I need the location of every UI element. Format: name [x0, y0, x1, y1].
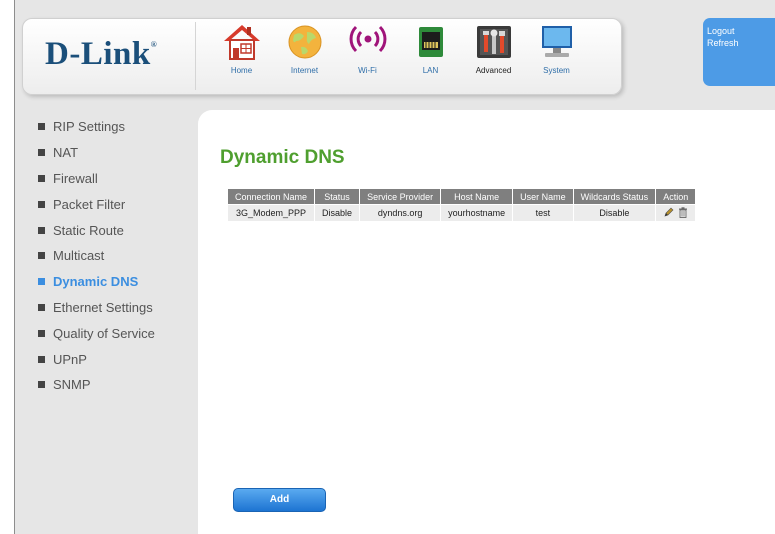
add-button[interactable]: Add	[233, 488, 326, 512]
sidebar: RIP Settings NAT Firewall Packet Filter …	[38, 114, 155, 398]
sidebar-item-dynamic-dns[interactable]: Dynamic DNS	[38, 269, 155, 295]
dlink-logo: D-Link®	[45, 36, 158, 72]
bullet-icon	[38, 303, 45, 311]
col-wildcards-status: Wildcards Status	[573, 189, 656, 204]
sidebar-item-nat[interactable]: NAT	[38, 140, 155, 166]
col-user-name: User Name	[513, 189, 573, 204]
cell-user-name: test	[513, 205, 573, 221]
cell-service-provider: dyndns.org	[360, 205, 441, 221]
sidebar-item-quality-of-service[interactable]: Quality of Service	[38, 320, 155, 346]
wifi-icon	[346, 22, 390, 62]
col-service-provider: Service Provider	[360, 189, 441, 204]
cell-wildcards-status: Disable	[573, 205, 656, 221]
refresh-link[interactable]: Refresh	[707, 37, 775, 49]
sidebar-item-firewall[interactable]: Firewall	[38, 166, 155, 192]
col-status: Status	[315, 189, 360, 204]
cell-action	[656, 205, 696, 221]
sidebar-item-snmp[interactable]: SNMP	[38, 372, 155, 398]
sidebar-item-rip-settings[interactable]: RIP Settings	[38, 114, 155, 140]
bullet-icon	[38, 381, 45, 389]
home-icon	[220, 22, 264, 62]
col-host-name: Host Name	[441, 189, 513, 204]
monitor-icon	[535, 22, 579, 62]
bullet-icon	[38, 252, 45, 260]
nav-advanced[interactable]: Advanced	[462, 22, 525, 92]
col-action: Action	[656, 189, 696, 204]
nav-system[interactable]: System	[525, 22, 588, 92]
nav-wifi[interactable]: Wi-Fi	[336, 22, 399, 92]
edit-pencil-icon[interactable]	[664, 207, 674, 217]
table-header-row: Connection Name Status Service Provider …	[228, 189, 696, 204]
bullet-icon	[38, 200, 45, 208]
lan-port-icon	[409, 22, 453, 62]
page-title: Dynamic DNS	[220, 147, 345, 168]
bullet-icon	[38, 174, 45, 182]
bullet-icon	[38, 149, 45, 157]
bullet-icon	[38, 278, 45, 286]
sidebar-item-packet-filter[interactable]: Packet Filter	[38, 191, 155, 217]
bullet-icon	[38, 123, 45, 131]
ddns-table: Connection Name Status Service Provider …	[227, 188, 696, 222]
nav-internet[interactable]: Internet	[273, 22, 336, 92]
top-nav: Home Internet Wi-Fi LAN Advanced System	[210, 22, 588, 92]
logout-link[interactable]: Logout	[707, 25, 775, 37]
sidebar-item-ethernet-settings[interactable]: Ethernet Settings	[38, 295, 155, 321]
nav-lan[interactable]: LAN	[399, 22, 462, 92]
sidebar-item-upnp[interactable]: UPnP	[38, 346, 155, 372]
sidebar-item-static-route[interactable]: Static Route	[38, 217, 155, 243]
bullet-icon	[38, 355, 45, 363]
bullet-icon	[38, 329, 45, 337]
delete-trash-icon[interactable]	[678, 207, 688, 218]
nav-home[interactable]: Home	[210, 22, 273, 92]
content-panel	[198, 110, 775, 534]
header-divider	[195, 22, 196, 90]
cell-status: Disable	[315, 205, 360, 221]
cell-connection-name: 3G_Modem_PPP	[228, 205, 315, 221]
table-row: 3G_Modem_PPP Disable dyndns.org yourhost…	[228, 205, 696, 221]
cell-host-name: yourhostname	[441, 205, 513, 221]
globe-icon	[283, 22, 327, 62]
user-box: Logout Refresh	[703, 18, 775, 86]
sidebar-item-multicast[interactable]: Multicast	[38, 243, 155, 269]
col-connection-name: Connection Name	[228, 189, 315, 204]
bullet-icon	[38, 226, 45, 234]
tools-icon	[472, 22, 516, 62]
